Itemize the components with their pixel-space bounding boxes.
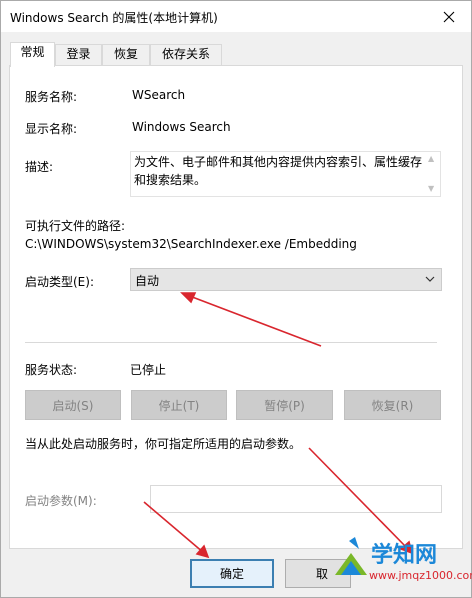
properties-dialog: Windows Search 的属性(本地计算机) 常规 登录 恢复 依存关系 …: [0, 0, 472, 598]
arrow-head-icon: [180, 292, 197, 304]
tab-general[interactable]: 常规: [10, 42, 55, 67]
watermark-brand: 学知网: [371, 543, 438, 568]
site-watermark: 学知网 www.jmqz1000.com: [329, 527, 472, 598]
site-logo-icon: [335, 537, 367, 575]
annotation-arrows: [143, 292, 414, 559]
watermark-url: www.jmqz1000.com: [369, 569, 472, 582]
arrow-to-startup-type: [186, 294, 322, 347]
arrow-to-ok: [143, 501, 205, 554]
